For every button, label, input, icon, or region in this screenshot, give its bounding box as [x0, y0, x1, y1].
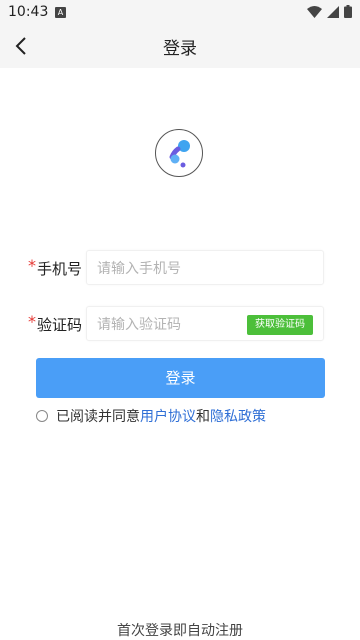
- status-icons: [307, 5, 352, 18]
- notification-icon: A: [55, 7, 66, 18]
- status-time: 10:43: [8, 4, 49, 20]
- agreement-and: 和: [196, 409, 210, 425]
- auto-register-note: 首次登录即自动注册: [117, 623, 243, 639]
- battery-icon: [344, 5, 352, 18]
- agreement-prefix: 已阅读并同意: [56, 409, 140, 425]
- required-mark: *: [28, 312, 36, 331]
- page-title: 登录: [163, 39, 197, 59]
- agreement-row: 已阅读并同意 用户协议 和 隐私政策: [36, 406, 266, 426]
- phone-input[interactable]: [95, 257, 249, 281]
- app-bar: 登录: [0, 24, 360, 68]
- logo-icon: [169, 140, 190, 168]
- code-row: * 验证码 获取验证码: [28, 306, 326, 342]
- privacy-policy-link[interactable]: 隐私政策: [210, 406, 266, 426]
- login-button[interactable]: 登录: [36, 358, 325, 398]
- phone-label: 手机号: [37, 260, 83, 278]
- phone-field-box: [86, 250, 324, 285]
- wifi-icon: [307, 5, 322, 18]
- verification-code-input[interactable]: [95, 313, 249, 337]
- code-label: 验证码: [37, 316, 83, 334]
- code-field-box: 获取验证码: [86, 306, 324, 341]
- agreement-checkbox[interactable]: [36, 410, 48, 422]
- required-mark: *: [28, 256, 36, 275]
- app-logo: [155, 129, 203, 177]
- get-code-button[interactable]: 获取验证码: [247, 315, 313, 335]
- status-bar: 10:43 A: [0, 0, 360, 24]
- signal-icon: [327, 5, 339, 18]
- user-agreement-link[interactable]: 用户协议: [140, 406, 196, 426]
- phone-row: * 手机号: [28, 250, 326, 286]
